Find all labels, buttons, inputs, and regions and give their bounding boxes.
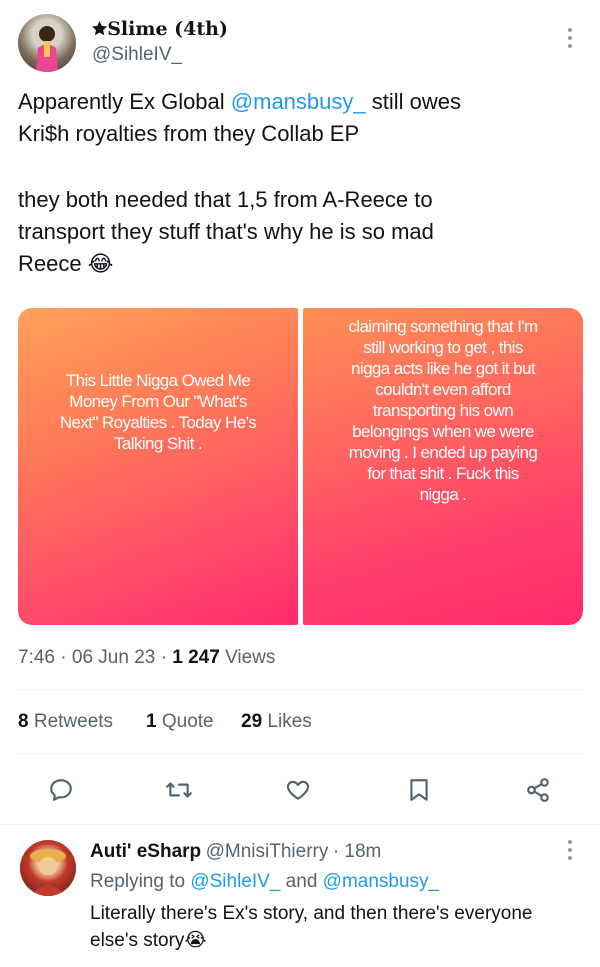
retweets-count: 8 <box>18 711 29 732</box>
quotes-stat[interactable]: 1 Quote <box>146 711 214 733</box>
divider <box>0 824 600 825</box>
tweet-date[interactable]: 06 Jun 23 <box>72 647 155 668</box>
bookmark-icon <box>410 779 428 801</box>
share-icon <box>527 778 549 802</box>
reply-header: Auti' eSharp @MnisiThierry · 18m <box>90 841 381 863</box>
author-display-name[interactable]: 🟊Slime (4th) <box>92 16 228 44</box>
tweet-text-paragraph-2: they both needed that 1,5 from A-Reece t… <box>18 187 434 276</box>
like-icon <box>286 780 310 800</box>
bookmark-button[interactable] <box>402 773 436 807</box>
retweets-stat[interactable]: 8 Retweets <box>18 711 113 733</box>
replying-user-link[interactable]: @mansbusy_ <box>323 871 439 892</box>
meta-separator: · <box>60 647 67 668</box>
reply-button[interactable] <box>44 773 78 807</box>
story-text-right: claiming something that I'm still workin… <box>348 317 538 504</box>
avatar-character-icon <box>30 849 66 896</box>
tweet-time[interactable]: 7:46 <box>18 647 55 668</box>
author-avatar[interactable] <box>18 14 76 72</box>
views-count: 1 247 <box>172 647 220 668</box>
likes-stat[interactable]: 29 Likes <box>241 711 312 733</box>
replying-user-link[interactable]: @SihleIV_ <box>190 871 280 892</box>
media-image-left[interactable]: This Little Nigga Owed Me Money From Our… <box>18 308 298 625</box>
divider <box>18 753 582 754</box>
more-options-icon[interactable] <box>564 26 576 50</box>
reply-text: Literally there's Ex's story, and then t… <box>90 903 533 951</box>
tweet-text: Apparently Ex Global @mansbusy_ still ow… <box>18 86 588 150</box>
reply-more-options-icon[interactable] <box>564 838 576 862</box>
replying-and: and <box>280 871 323 892</box>
reply-avatar[interactable] <box>20 840 76 896</box>
quotes-count: 1 <box>146 711 157 732</box>
retweet-icon <box>166 782 192 798</box>
story-text-left: This Little Nigga Owed Me Money From Our… <box>59 371 257 453</box>
reply-icon <box>50 779 72 801</box>
likes-label: Likes <box>267 711 312 732</box>
avatar-figure-icon <box>36 26 58 72</box>
share-button[interactable] <box>521 773 555 807</box>
media-image-right[interactable]: claiming something that I'm still workin… <box>303 308 583 625</box>
quotes-label: Quote <box>161 711 214 732</box>
author-handle[interactable]: @SihleIV_ <box>92 44 182 66</box>
retweet-button[interactable] <box>162 773 196 807</box>
reply-display-name[interactable]: Auti' eSharp <box>90 841 201 862</box>
retweets-label: Retweets <box>33 711 114 732</box>
reply-time[interactable]: · 18m <box>333 841 382 862</box>
divider <box>18 689 582 690</box>
replying-to: Replying to @SihleIV_ and @mansbusy_ <box>90 871 439 893</box>
tweet-meta: 7:46 · 06 Jun 23 · 1 247 Views <box>18 647 275 669</box>
likes-count: 29 <box>241 711 263 732</box>
reply-handle[interactable]: @MnisiThierry <box>206 841 329 862</box>
replying-prefix: Replying to <box>90 871 191 892</box>
mention-link[interactable]: @mansbusy_ <box>231 89 366 114</box>
tweet-text-part1: Apparently Ex Global <box>18 89 231 114</box>
views-label: Views <box>225 647 276 668</box>
meta-separator: · <box>160 647 167 668</box>
like-button[interactable] <box>281 773 315 807</box>
